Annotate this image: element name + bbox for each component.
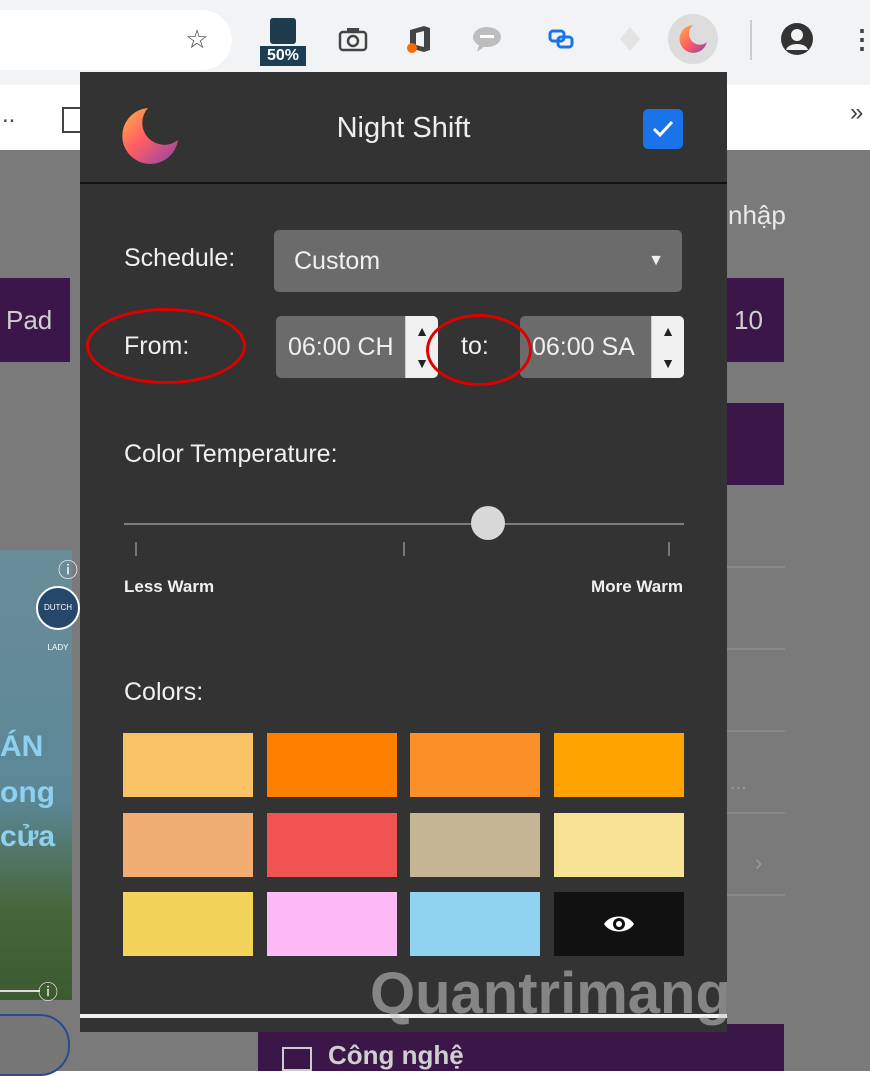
temperature-slider-thumb[interactable] [471, 506, 505, 540]
color-swatch-custom[interactable] [554, 892, 684, 956]
slider-tick [668, 542, 670, 556]
category-button-right-label: 10 [734, 304, 763, 335]
schedule-select[interactable]: Custom ▼ [274, 230, 682, 292]
chevron-right-icon[interactable]: › [755, 850, 762, 876]
rounded-button[interactable] [0, 1014, 70, 1076]
bookmark-page-icon[interactable] [62, 107, 82, 133]
schedule-value: Custom [294, 247, 381, 275]
slider-tick [403, 542, 405, 556]
promo-line-3: cửa [0, 820, 56, 853]
color-swatch[interactable] [267, 813, 397, 877]
ad-banner-image[interactable]: DUTCH LADY ⓘ ÁN ong cửa [0, 550, 80, 1000]
link-icon[interactable] [544, 22, 578, 56]
tech-category-label: Công nghệ [328, 1040, 464, 1070]
dutch-lady-logo: DUTCH LADY [36, 586, 80, 652]
bookmarks-overflow-icon[interactable]: » [850, 99, 863, 127]
diamond-icon[interactable] [613, 22, 647, 56]
category-button-left[interactable]: Pad [0, 278, 70, 362]
chat-bubble-icon[interactable] [470, 22, 504, 56]
purple-block [726, 403, 784, 485]
night-shift-extension-button[interactable] [668, 14, 718, 64]
popup-title: Night Shift [336, 112, 471, 144]
color-swatch[interactable] [123, 733, 253, 797]
color-swatch[interactable] [410, 892, 540, 956]
more-warm-label: More Warm [591, 577, 683, 596]
menu-kebab-icon[interactable]: ⋮ [845, 22, 870, 56]
color-swatch[interactable] [123, 892, 253, 956]
moon-icon [679, 25, 707, 53]
color-swatch[interactable] [410, 813, 540, 877]
watermark: Quantrimang [370, 961, 731, 1026]
less-warm-label: Less Warm [124, 577, 215, 596]
to-time-input[interactable]: 06:00 SA ▲ ▼ [520, 316, 684, 378]
profile-avatar-icon[interactable] [780, 22, 814, 56]
bookmarks-dots: .. [2, 101, 16, 128]
color-temperature-label: Color Temperature: [124, 440, 338, 468]
promo-line-1: ÁN [0, 730, 44, 763]
color-swatch[interactable] [554, 733, 684, 797]
colors-label: Colors: [124, 678, 204, 706]
from-time-value: 06:00 CH [288, 333, 394, 361]
more-dots: ... [730, 772, 747, 794]
extension-battery-icon[interactable]: 50% [260, 18, 306, 66]
eye-icon [604, 916, 634, 932]
promo-line-2: ong [0, 776, 55, 809]
from-time-input[interactable]: 06:00 CH ▲ ▼ [276, 316, 438, 378]
camera-icon[interactable] [336, 22, 370, 56]
night-shift-popup: Night Shift Schedule: Custom ▼ From: 06:… [80, 72, 727, 1032]
popup-header: Night Shift [80, 72, 727, 184]
info-icon[interactable]: ⓘ [38, 976, 58, 1005]
slider-tick [135, 542, 137, 556]
color-swatch[interactable] [410, 733, 540, 797]
color-swatch[interactable] [267, 733, 397, 797]
divider [0, 990, 40, 992]
to-time-spinner[interactable]: ▲ ▼ [651, 316, 684, 378]
category-button-right[interactable]: 10 [726, 278, 784, 362]
bookmark-star-icon[interactable]: ☆ [180, 22, 214, 56]
color-swatch[interactable] [267, 892, 397, 956]
dropdown-arrow-icon: ▼ [648, 252, 664, 269]
toolbar-divider [750, 20, 752, 60]
office-icon[interactable] [403, 22, 437, 56]
annotation-circle-to [426, 314, 532, 386]
login-text[interactable]: nhập [728, 200, 786, 231]
to-time-value: 06:00 SA [532, 333, 635, 361]
color-swatch[interactable] [123, 813, 253, 877]
extension-badge: 50% [260, 46, 306, 66]
temperature-slider-track[interactable] [124, 523, 684, 525]
checkmark-icon [652, 120, 674, 138]
play-icon [282, 1047, 312, 1071]
ad-info-icon[interactable]: ⓘ [58, 554, 78, 583]
category-button-left-label: Pad [6, 304, 53, 335]
color-swatch[interactable] [554, 813, 684, 877]
schedule-label: Schedule: [124, 244, 236, 272]
enable-checkbox[interactable] [643, 109, 683, 149]
annotation-circle-from [86, 308, 246, 384]
